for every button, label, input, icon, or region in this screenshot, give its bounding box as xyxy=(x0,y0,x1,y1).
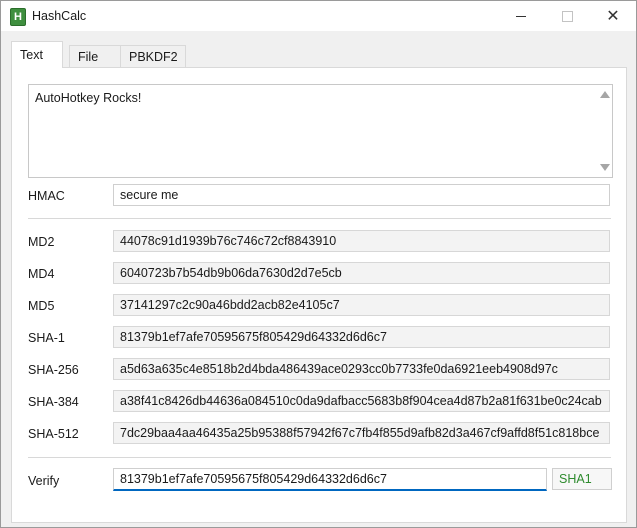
sha1-field[interactable]: 81379b1ef7afe70595675f805429d64332d6d6c7 xyxy=(113,326,610,348)
tab-pbkdf2[interactable]: PBKDF2 xyxy=(120,45,186,67)
sha384-label: SHA-384 xyxy=(28,395,79,409)
scroll-up-icon[interactable] xyxy=(600,91,610,98)
md4-value: 6040723b7b54db9b06da7630d2d7e5cb xyxy=(120,266,342,280)
maximize-button xyxy=(544,1,590,31)
client-area: Text File PBKDF2 AutoHotkey Rocks! HMAC … xyxy=(1,31,636,527)
input-text-area[interactable]: AutoHotkey Rocks! xyxy=(28,84,613,178)
md5-label: MD5 xyxy=(28,299,55,313)
md5-field[interactable]: 37141297c2c90a46bdd2acb82e4105c7 xyxy=(113,294,610,316)
sha256-field[interactable]: a5d63a635c4e8518b2d4bda486439ace0293cc0b… xyxy=(113,358,610,380)
scroll-down-icon[interactable] xyxy=(600,164,610,171)
sha1-label: SHA-1 xyxy=(28,331,65,345)
hmac-key-value: secure me xyxy=(120,188,179,202)
maximize-icon xyxy=(561,10,573,22)
tab-file[interactable]: File xyxy=(69,45,122,67)
md2-field[interactable]: 44078c91d1939b76c746c72cf8843910 xyxy=(113,230,610,252)
tab-text[interactable]: Text xyxy=(11,41,63,68)
md4-label: MD4 xyxy=(28,267,55,281)
md2-label: MD2 xyxy=(28,235,55,249)
text-tab-panel: AutoHotkey Rocks! HMAC secure me MD2 440… xyxy=(11,67,627,523)
close-button[interactable]: ✕ xyxy=(590,1,636,31)
minimize-icon xyxy=(516,15,526,17)
sha1-value: 81379b1ef7afe70595675f805429d64332d6d6c7 xyxy=(120,330,387,344)
verify-match-algorithm: SHA1 xyxy=(559,472,592,486)
input-text: AutoHotkey Rocks! xyxy=(35,91,142,105)
minimize-button[interactable] xyxy=(498,1,544,31)
hmac-key-field[interactable]: secure me xyxy=(113,184,610,206)
verify-value: 81379b1ef7afe70595675f805429d64332d6d6c7 xyxy=(120,472,387,486)
app-icon: H xyxy=(10,8,26,26)
sha512-label: SHA-512 xyxy=(28,427,79,441)
sha384-field[interactable]: a38f41c8426db44636a084510c0da9dafbacc568… xyxy=(113,390,610,412)
hmac-label: HMAC xyxy=(28,189,65,203)
md4-field[interactable]: 6040723b7b54db9b06da7630d2d7e5cb xyxy=(113,262,610,284)
md2-value: 44078c91d1939b76c746c72cf8843910 xyxy=(120,234,337,248)
window-title: HashCalc xyxy=(32,9,87,23)
title-bar[interactable]: H HashCalc ✕ xyxy=(1,1,636,31)
sha512-field[interactable]: 7dc29baa4aa46435a25b95388f57942f67c7fb4f… xyxy=(113,422,610,444)
separator-bottom xyxy=(28,457,611,458)
close-icon: ✕ xyxy=(606,8,620,25)
sha384-value: a38f41c8426db44636a084510c0da9dafbacc568… xyxy=(120,394,602,408)
verify-label: Verify xyxy=(28,474,60,488)
md5-value: 37141297c2c90a46bdd2acb82e4105c7 xyxy=(120,298,340,312)
hashcalc-window: H HashCalc ✕ Text File PBKDF2 AutoHotkey… xyxy=(0,0,637,528)
separator-top xyxy=(28,218,611,219)
sha512-value: 7dc29baa4aa46435a25b95388f57942f67c7fb4f… xyxy=(120,426,600,440)
textarea-scrollbar[interactable] xyxy=(597,85,612,177)
sha256-value: a5d63a635c4e8518b2d4bda486439ace0293cc0b… xyxy=(120,362,558,376)
verify-match-indicator[interactable]: SHA1 xyxy=(552,468,612,490)
sha256-label: SHA-256 xyxy=(28,363,79,377)
verify-input[interactable]: 81379b1ef7afe70595675f805429d64332d6d6c7 xyxy=(113,468,547,491)
